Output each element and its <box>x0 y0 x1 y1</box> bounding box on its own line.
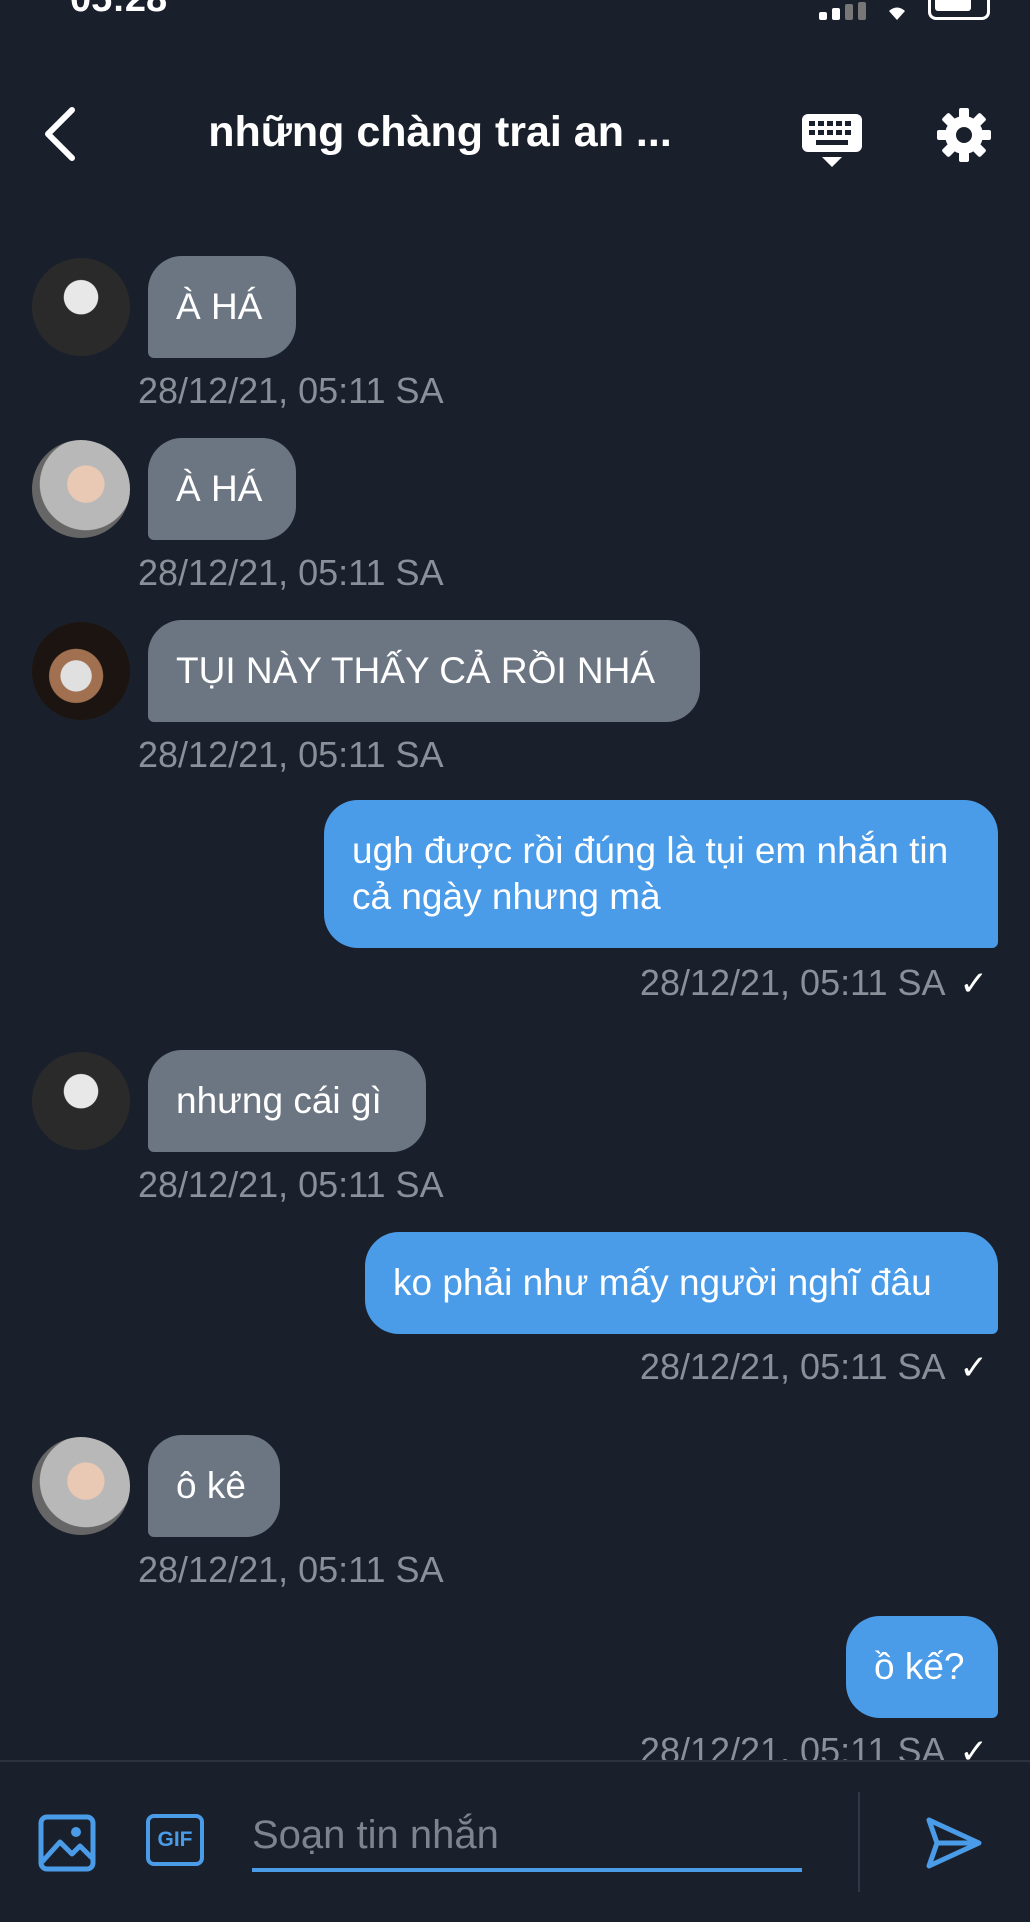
read-check-icon: ✓ <box>959 965 989 1003</box>
message-bubble-outgoing[interactable]: ko phải như mấy người nghĩ đâu <box>365 1232 998 1334</box>
message-composer: GIF <box>0 1760 1030 1922</box>
timestamp-text: 28/12/21, 05:11 SA <box>639 1730 946 1760</box>
avatar[interactable] <box>32 1052 130 1150</box>
message-timestamp: 28/12/21, 05:11 SA <box>138 734 444 775</box>
message-input[interactable] <box>252 1802 802 1872</box>
message-text: nhưng cái gì <box>176 1080 382 1121</box>
timestamp-text: 28/12/21, 05:11 SA <box>639 962 946 1003</box>
message-timestamp: 28/12/21, 05:11 SA <box>138 370 444 411</box>
avatar[interactable] <box>32 440 130 538</box>
message-bubble-incoming[interactable]: TỤI NÀY THẤY CẢ RỒI NHÁ <box>148 620 700 722</box>
timestamp-text: 28/12/21, 05:11 SA <box>639 1346 946 1387</box>
message-list[interactable]: À HÁ 28/12/21, 05:11 SA À HÁ 28/12/21, 0… <box>0 0 1030 1760</box>
message-text: À HÁ <box>176 286 263 327</box>
message-bubble-outgoing[interactable]: ugh được rồi đúng là tụi em nhắn tin cả … <box>324 800 998 948</box>
composer-divider <box>858 1792 860 1892</box>
send-icon[interactable] <box>925 1814 983 1872</box>
image-attach-icon[interactable] <box>38 1814 96 1872</box>
message-timestamp: 28/12/21, 05:11 SA ✓ <box>640 1346 988 1388</box>
message-timestamp: 28/12/21, 05:11 SA ✓ <box>640 962 988 1004</box>
avatar[interactable] <box>32 258 130 356</box>
message-bubble-incoming[interactable]: ô kê <box>148 1435 280 1537</box>
message-bubble-incoming[interactable]: À HÁ <box>148 256 296 358</box>
message-bubble-outgoing[interactable]: ồ kế? <box>846 1616 998 1718</box>
message-timestamp: 28/12/21, 05:11 SA <box>138 1549 444 1590</box>
message-timestamp: 28/12/21, 05:11 SA ✓ <box>640 1730 988 1760</box>
message-text: ugh được rồi đúng là tụi em nhắn tin cả … <box>352 830 949 917</box>
message-text: ko phải như mấy người nghĩ đâu <box>393 1262 932 1303</box>
gif-button[interactable]: GIF <box>146 1814 204 1866</box>
avatar[interactable] <box>32 622 130 720</box>
read-check-icon: ✓ <box>959 1349 989 1387</box>
read-check-icon: ✓ <box>959 1733 989 1760</box>
message-text: À HÁ <box>176 468 263 509</box>
message-text: ồ kế? <box>874 1646 965 1687</box>
message-timestamp: 28/12/21, 05:11 SA <box>138 1164 444 1205</box>
avatar[interactable] <box>32 1437 130 1535</box>
message-text: ô kê <box>176 1465 246 1506</box>
message-bubble-incoming[interactable]: nhưng cái gì <box>148 1050 426 1152</box>
message-bubble-incoming[interactable]: À HÁ <box>148 438 296 540</box>
message-timestamp: 28/12/21, 05:11 SA <box>138 552 444 593</box>
message-text: TỤI NÀY THẤY CẢ RỒI NHÁ <box>176 650 656 691</box>
